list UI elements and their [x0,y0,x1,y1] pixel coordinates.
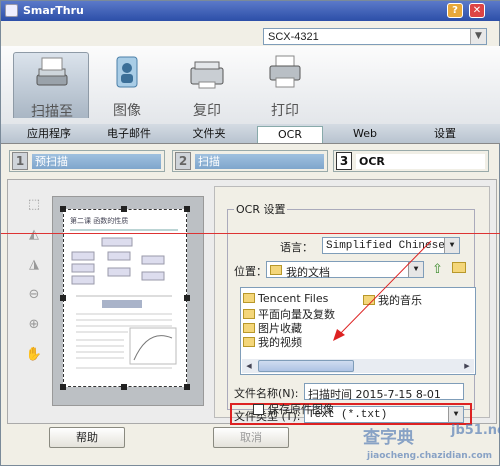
chevron-down-icon[interactable]: ▼ [448,407,463,422]
tab-ocr[interactable]: OCR [257,126,323,143]
chevron-down-icon[interactable]: ▼ [470,29,486,44]
step-label: OCR [356,154,485,169]
watermark: 查字典 jb51.net jiaocheng.chazidian.com [363,423,500,467]
hand-pan-icon[interactable]: ✋ [24,346,44,364]
folder-list[interactable]: Tencent Files 我的音乐 平面向量及复数 图片收藏 我的视频 ◀ ▶ [240,287,476,375]
toolbar-image-label: 图像 [113,103,141,119]
scanner-icon [36,57,68,86]
keep-original-label: 保存原件图像 [268,403,334,416]
step-number: 1 [12,152,28,170]
folder-icon [270,265,282,275]
crop-handle[interactable] [184,295,190,301]
list-item[interactable]: 我的视频 [243,334,302,350]
chevron-down-icon[interactable]: ▼ [408,262,423,277]
tab-folder[interactable]: 文件夹 [185,126,233,143]
app-logo-icon [5,4,18,17]
tab-applications[interactable]: 应用程序 [21,126,77,143]
crop-handle[interactable] [121,384,127,390]
watermark-line2: jb51.net [451,423,500,438]
video-folder-icon [243,337,255,347]
horizontal-scrollbar[interactable]: ◀ ▶ [242,359,474,373]
language-label: 语言： [280,241,313,254]
step-label: 扫描 [195,154,324,169]
scanned-document: 第二课 函数的性质 [63,209,187,387]
cancel-button[interactable]: 取消 [213,427,289,448]
scroll-right-icon[interactable]: ▶ [460,360,474,372]
image-icon [116,56,138,88]
rotate-right-icon[interactable]: ◮ [24,256,44,274]
new-folder-icon[interactable] [452,262,466,273]
filename-input[interactable]: 扫描时间 2015-7-15 8-01 [304,383,464,401]
step-number: 3 [336,152,352,170]
step-number: 2 [175,152,191,170]
toolbar-scan-to[interactable]: 扫描至 [13,52,89,120]
watermark-line1: 查字典 [363,428,414,448]
window-title: SmarThru [23,4,84,17]
scan-preview[interactable]: 第二课 函数的性质 [52,196,204,406]
toolbar-print[interactable]: 打印 [247,52,323,119]
toolbar-print-label: 打印 [271,103,299,119]
step-bar: 1 预扫描 2 扫描 3 OCR [1,148,500,174]
toolbar-copy-label: 复印 [193,103,221,119]
zoom-out-icon[interactable]: ⊖ [24,286,44,304]
help-button[interactable]: 帮助 [49,427,125,448]
printer-icon [269,55,301,88]
list-item[interactable]: 我的音乐 [363,292,422,308]
toolbar-copy[interactable]: 复印 [169,52,245,119]
watermark-line3: jiaocheng.chazidian.com [367,451,493,461]
toolbar-scan-to-label: 扫描至 [31,104,73,120]
location-label: 位置： [234,265,267,278]
keep-original-checkbox[interactable]: 保存原件图像 [253,401,334,417]
annotation-line [1,233,500,234]
list-item[interactable]: Tencent Files [243,292,328,305]
main-toolbar: 扫描至 图像 复印 打印 [1,46,500,124]
crop-handle[interactable] [60,384,66,390]
crop-handle[interactable] [184,384,190,390]
select-area-icon[interactable]: ⬚ [24,196,44,214]
language-value: Simplified Chinese [326,240,445,252]
folder-icon [243,293,255,303]
device-select-value: SCX-4321 [268,31,319,43]
close-icon[interactable]: ✕ [469,3,485,18]
step-scan[interactable]: 2 扫描 [172,150,328,172]
device-select[interactable]: SCX-4321 ▼ [263,28,487,45]
filename-label: 文件名称(N): [234,387,299,400]
filename-value: 扫描时间 2015-7-15 8-01 [308,388,441,401]
document-content-graphic [70,229,178,369]
tab-email[interactable]: 电子邮件 [99,126,159,143]
language-select[interactable]: Simplified Chinese ▼ [322,237,460,254]
zoom-in-icon[interactable]: ⊕ [24,316,44,334]
rotate-left-icon[interactable]: ◭ [24,226,44,244]
step-label: 预扫描 [32,154,161,169]
location-value: 我的文档 [286,266,330,279]
tab-bar: 应用程序 电子邮件 文件夹 OCR Web 设置 [1,124,500,144]
crop-handle[interactable] [121,206,127,212]
crop-handle[interactable] [184,206,190,212]
chevron-down-icon[interactable]: ▼ [444,238,459,253]
crop-handle[interactable] [60,295,66,301]
up-folder-icon[interactable]: ⇧ [432,262,443,277]
help-icon[interactable]: ? [447,3,463,18]
tab-web[interactable]: Web [343,126,387,143]
app-window: SmarThru ? ✕ SCX-4321 ▼ 扫描至 图像 复印 打印 应用程… [0,0,500,466]
ocr-settings-panel: OCR 设置 语言： Simplified Chinese ▼ 位置： 我的文档… [214,186,490,425]
scrollbar-thumb[interactable] [258,360,354,372]
tab-settings[interactable]: 设置 [423,126,467,143]
checkbox-box[interactable] [253,404,264,415]
main-content: ⬚ ◭ ◮ ⊖ ⊕ ✋ 第二课 函数的性质 OCR 设置 语言： Simplif… [7,179,497,425]
step-prescan[interactable]: 1 预扫描 [9,150,165,172]
location-select[interactable]: 我的文档 ▼ [266,261,424,279]
document-heading: 第二课 函数的性质 [70,217,129,225]
copier-icon [190,61,224,89]
folder-icon [243,309,255,319]
ocr-settings-title: OCR 设置 [236,203,286,216]
music-folder-icon [363,295,375,305]
title-bar: SmarThru ? ✕ [1,1,500,21]
pictures-folder-icon [243,323,255,333]
toolbar-image[interactable]: 图像 [89,52,165,119]
scroll-left-icon[interactable]: ◀ [242,360,256,372]
crop-handle[interactable] [60,206,66,212]
step-ocr[interactable]: 3 OCR [333,150,489,172]
